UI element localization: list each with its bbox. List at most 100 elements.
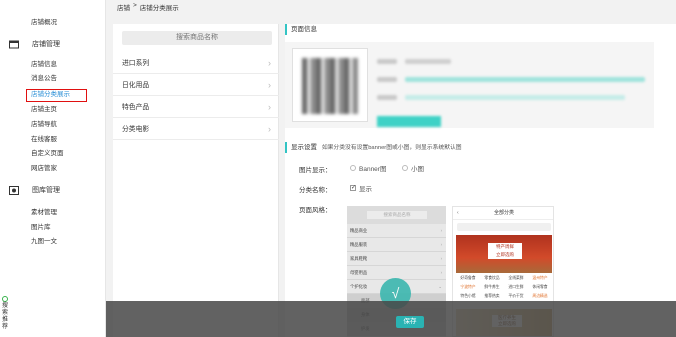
sidebar-group-images[interactable]: 图库管理 xyxy=(9,184,60,196)
preview-row-label: 母婴用品 xyxy=(350,270,368,275)
sidebar-item-store-info[interactable]: 店铺信息 xyxy=(31,59,57,71)
sidebar-item-online-service[interactable]: 在线客服 xyxy=(31,134,57,146)
preview-grid-item: 宁波特产 xyxy=(460,285,476,289)
checkmark-icon[interactable]: ✓ xyxy=(350,185,356,191)
page-style-label: 页面风格： xyxy=(299,207,332,214)
section-title-text: 显示设置 xyxy=(291,144,317,151)
sidebar-item-image-gallery[interactable]: 图片库 xyxy=(31,222,51,234)
preview-grid-item: 鲜牛养生 xyxy=(484,285,500,289)
preview-banner-tag: 立即选购 xyxy=(496,252,514,257)
radio-small-image[interactable]: 小图 xyxy=(402,163,424,173)
breadcrumb-parent[interactable]: 店铺 xyxy=(117,2,130,12)
category-item[interactable]: 特色产品 › xyxy=(113,97,279,118)
search-recommend-tab[interactable]: 搜索推荐 xyxy=(0,296,10,331)
display-settings-title: 显示设置 如果分类没有设置banner图或小图，则显示系统默认图 xyxy=(285,142,462,153)
page-info-box xyxy=(285,42,654,128)
sidebar-group-store[interactable]: 店铺管理 xyxy=(9,38,60,50)
preview-row: 家具鞋靴 › xyxy=(347,252,446,266)
chevron-right-icon: › xyxy=(268,124,271,134)
preview-row-label: 家具鞋靴 xyxy=(350,256,368,261)
save-button[interactable]: 保存 xyxy=(396,316,424,328)
sidebar-item-store-nav[interactable]: 店铺导航 xyxy=(31,119,57,131)
chevron-right-icon: › xyxy=(268,58,271,68)
blurred-value xyxy=(405,59,451,64)
preview-search-text: 搜索商品名称 xyxy=(367,211,427,219)
category-item-label: 日化用品 xyxy=(122,82,150,89)
image-library-icon xyxy=(9,185,19,195)
category-item-label: 进口系列 xyxy=(122,60,150,67)
breadcrumb: 店铺 > 店铺分类展示 xyxy=(117,2,179,12)
chevron-right-icon: › xyxy=(440,242,442,247)
chevron-right-icon: › xyxy=(268,102,271,112)
preview-grid-item: 平价干货 xyxy=(508,294,524,298)
preview-grid-item: 推荐热卖 xyxy=(484,294,500,298)
preview-category-grid: 好奇鲁食 零食饮品 全线菜鲜 温州特产 宁波特产 鲜牛养生 进口生鲜 休闲零食 … xyxy=(456,276,552,299)
radio-label: 小图 xyxy=(411,166,424,173)
blurred-button[interactable] xyxy=(377,116,441,127)
sidebar-item-materials[interactable]: 素材管理 xyxy=(31,207,57,219)
category-item[interactable]: 日化用品 › xyxy=(113,75,279,96)
radio-banner[interactable]: Banner图 xyxy=(350,163,386,173)
preview-grid-item: 休闲零食 xyxy=(532,285,548,289)
radio-circle[interactable] xyxy=(350,165,356,171)
sidebar-item-store-home[interactable]: 店铺主页 xyxy=(31,104,57,116)
sidebar-item-overview[interactable]: 店铺概况 xyxy=(31,17,57,29)
sidebar-item-custom-page[interactable]: 自定义页面 xyxy=(31,148,64,160)
preview-grid-item: 进口生鲜 xyxy=(508,285,524,289)
radio-circle[interactable] xyxy=(402,165,408,171)
preview-row-label: 精品商业 xyxy=(350,228,368,233)
blurred-label xyxy=(377,77,397,82)
category-panel: 进口系列 › 日化用品 › 特色产品 › 分类电影 › xyxy=(113,24,279,337)
preview-row: 精品商业 › xyxy=(347,224,446,238)
preview-grid-item: 周边精选 xyxy=(532,294,548,298)
sidebar-item-nine-images[interactable]: 九图一文 xyxy=(31,236,57,248)
search-recommend-label: 搜索推荐 xyxy=(2,303,9,330)
preview-search-bar xyxy=(457,223,551,231)
preview-grid-item: 好奇鲁食 xyxy=(460,276,476,280)
blurred-link xyxy=(405,95,625,100)
preview-row-label: 精品服装 xyxy=(350,242,368,247)
category-name-label: 分类名称： xyxy=(299,187,332,194)
preview-grid-item: 温州特产 xyxy=(532,276,548,280)
circle-icon xyxy=(2,296,8,302)
chevron-right-icon: › xyxy=(440,270,442,275)
bottom-action-bar: 保存 xyxy=(106,301,676,337)
preview-banner: 特产周鲜 立即选购 xyxy=(456,235,552,273)
blurred-link xyxy=(405,77,645,82)
sidebar-item-shop-manager[interactable]: 网店管家 xyxy=(31,163,57,175)
back-arrow-icon: ‹ xyxy=(457,210,459,216)
preview-banner-card: 特产周鲜 立即选购 xyxy=(488,243,522,259)
preview-search-bar: 搜索商品名称 xyxy=(347,206,446,224)
breadcrumb-separator: > xyxy=(133,2,137,9)
breadcrumb-current: 店铺分类展示 xyxy=(139,5,179,12)
blurred-label xyxy=(377,59,397,64)
settings-tip: 如果分类没有设置banner图或小图，则显示系统默认图 xyxy=(321,145,462,151)
chevron-right-icon: › xyxy=(440,256,442,261)
product-search-input[interactable] xyxy=(122,31,272,45)
active-item-highlight xyxy=(26,89,87,102)
main-content: 页面信息 显示设置 如果分类没有设置banner图或小图，则显示系统默认图 图片… xyxy=(285,24,676,337)
chevron-down-icon: ⌄ xyxy=(438,284,442,289)
category-item-label: 分类电影 xyxy=(122,126,150,133)
preview-header-text: 全部分类 xyxy=(493,210,514,216)
show-category-name-checkbox[interactable]: ✓ 显示 xyxy=(350,183,372,193)
preview-row: 精品服装 › xyxy=(347,238,446,252)
chevron-right-icon: › xyxy=(268,80,271,90)
chevron-right-icon: › xyxy=(440,228,442,233)
image-display-label: 图片显示： xyxy=(299,167,332,174)
preview-header: ‹ 全部分类 xyxy=(453,207,553,220)
qr-code-image xyxy=(302,58,358,114)
preview-grid-item: 特色小馆 xyxy=(460,294,476,298)
category-item-label: 特色产品 xyxy=(122,104,150,111)
sidebar-group-label: 店铺管理 xyxy=(32,41,60,48)
category-item[interactable]: 进口系列 › xyxy=(113,53,279,74)
sidebar-item-announcement[interactable]: 消息公告 xyxy=(31,73,57,85)
preview-grid-item: 全线菜鲜 xyxy=(508,276,524,280)
preview-banner-text: 特产周鲜 xyxy=(496,244,514,249)
blurred-label xyxy=(377,95,397,100)
checkbox-label: 显示 xyxy=(359,186,372,193)
radio-label: Banner图 xyxy=(359,166,387,173)
page: 店铺概况 店铺管理 店铺信息 消息公告 店铺分类展示 店铺主页 店铺导航 在线客… xyxy=(0,0,676,337)
preview-grid-item: 零食饮品 xyxy=(484,276,500,280)
category-item[interactable]: 分类电影 › xyxy=(113,119,279,140)
